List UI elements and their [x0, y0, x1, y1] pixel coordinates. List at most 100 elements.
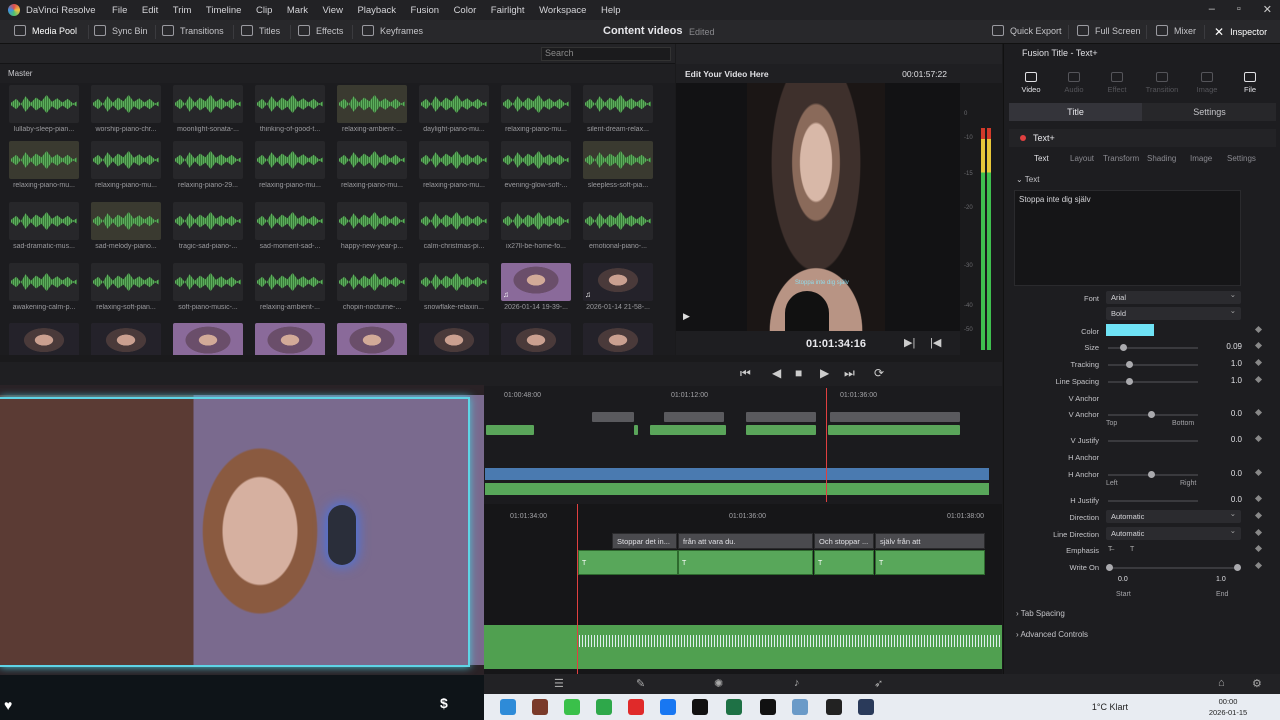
- text-plus-clip[interactable]: [578, 550, 678, 575]
- media-clip[interactable]: silent-dream-relax...: [583, 85, 653, 133]
- playhead[interactable]: [826, 388, 827, 502]
- write-on-start-value[interactable]: 0.0: [1118, 576, 1128, 583]
- text-tab-shading[interactable]: Shading: [1147, 154, 1176, 163]
- text-tab-text[interactable]: Text: [1034, 154, 1049, 163]
- mini-title-clip[interactable]: [664, 412, 724, 422]
- text-plus-clip[interactable]: [678, 550, 813, 575]
- home-icon[interactable]: ⌂: [1218, 677, 1225, 689]
- menu-playback[interactable]: Playback: [357, 5, 396, 16]
- mini-title-clip[interactable]: [830, 412, 960, 422]
- video-clip[interactable]: [337, 323, 407, 355]
- subtab-settings[interactable]: Settings: [1143, 107, 1276, 117]
- clock-date[interactable]: 2026-01-15: [1206, 708, 1250, 717]
- direction-select[interactable]: Automatic: [1106, 509, 1241, 523]
- mini-audio-green[interactable]: [485, 483, 989, 495]
- media-clip[interactable]: relaxing-piano-mu...: [91, 141, 161, 189]
- loop-icon[interactable]: ⟳: [874, 366, 884, 380]
- menu-file[interactable]: File: [112, 5, 127, 16]
- video-clip[interactable]: [255, 323, 325, 355]
- advanced-controls-section[interactable]: › Advanced Controls: [1016, 630, 1088, 639]
- keyframe-icon[interactable]: [1254, 544, 1263, 553]
- menu-color[interactable]: Color: [454, 5, 477, 16]
- title-clip[interactable]: själv från att: [875, 533, 985, 549]
- node-enable-icon[interactable]: [1020, 135, 1026, 141]
- fusion-page-icon[interactable]: ✎: [636, 677, 645, 690]
- edge-icon[interactable]: [500, 699, 516, 715]
- tab-spacing-section[interactable]: › Tab Spacing: [1016, 609, 1065, 618]
- play-icon[interactable]: ▶: [683, 311, 690, 322]
- line-spacing-slider[interactable]: [1108, 381, 1198, 383]
- tracking-value[interactable]: 1.0: [1212, 359, 1242, 368]
- size-knob[interactable]: [1120, 344, 1127, 351]
- settings-gear-icon[interactable]: ⚙: [1252, 677, 1262, 690]
- keyframe-icon[interactable]: [1254, 358, 1263, 367]
- title-clip[interactable]: Stoppar det in...: [612, 533, 677, 549]
- video-clip[interactable]: ♫ 2026-01-14 21-58-...: [583, 263, 653, 311]
- keyframe-icon[interactable]: [1254, 325, 1263, 334]
- maximize-icon[interactable]: ▫: [1237, 3, 1241, 16]
- edit-page-icon[interactable]: ☰: [554, 677, 564, 690]
- video-clip[interactable]: [173, 323, 243, 355]
- mini-title-clip[interactable]: [592, 412, 634, 422]
- line-direction-select[interactable]: Automatic: [1106, 526, 1241, 540]
- mini-video-clip[interactable]: [486, 425, 534, 435]
- sync-bin-button[interactable]: Sync Bin: [94, 25, 148, 36]
- text-section-header[interactable]: ⌄ Text: [1016, 175, 1039, 184]
- keyframe-icon[interactable]: [1254, 434, 1263, 443]
- menu-mark[interactable]: Mark: [287, 5, 308, 16]
- media-clip[interactable]: relaxing-ambient-...: [255, 263, 325, 311]
- youtube-icon[interactable]: [628, 699, 644, 715]
- facebook-icon[interactable]: [660, 699, 676, 715]
- write-on-end-knob[interactable]: [1234, 564, 1241, 571]
- quick-export-button[interactable]: Quick Export: [992, 25, 1062, 36]
- media-clip[interactable]: daylight-piano-mu...: [419, 85, 489, 133]
- media-clip[interactable]: sleepless-soft-pia...: [583, 141, 653, 189]
- app-icon[interactable]: [564, 699, 580, 715]
- main-timeline[interactable]: 01:01:34:00 01:01:36:00 01:01:38:00 Stop…: [484, 504, 1002, 674]
- h-justify-value[interactable]: 0.0: [1212, 495, 1242, 504]
- tab-image[interactable]: Image: [1185, 72, 1229, 94]
- video-clip[interactable]: [9, 323, 79, 355]
- timeline-name[interactable]: Edit Your Video Here: [685, 69, 769, 79]
- obs-icon[interactable]: [826, 699, 842, 715]
- media-clip[interactable]: calm-christmas-pi...: [419, 202, 489, 250]
- tracking-knob[interactable]: [1126, 361, 1133, 368]
- deliver-page-icon[interactable]: ➶: [874, 677, 883, 690]
- v-justify-value[interactable]: 0.0: [1212, 435, 1242, 444]
- viewer-canvas[interactable]: Stoppa inte dig själv ▶: [676, 83, 960, 331]
- keyframe-icon[interactable]: [1254, 528, 1263, 537]
- menu-help[interactable]: Help: [601, 5, 621, 16]
- reverse-icon[interactable]: ◀: [772, 366, 781, 380]
- menu-edit[interactable]: Edit: [142, 5, 158, 16]
- media-clip[interactable]: relaxing-piano-29...: [173, 141, 243, 189]
- x-icon[interactable]: [760, 699, 776, 715]
- menu-timeline[interactable]: Timeline: [206, 5, 242, 16]
- upper-timeline[interactable]: 01:00:48:00 01:01:12:00 01:01:36:00: [484, 386, 1002, 504]
- menu-fusion[interactable]: Fusion: [411, 5, 440, 16]
- mini-video-clip[interactable]: [828, 425, 960, 435]
- effects-button[interactable]: Effects: [298, 25, 343, 36]
- next-frame-icon[interactable]: ▶|: [904, 336, 915, 349]
- bin-name[interactable]: Master: [8, 69, 32, 78]
- menu-fairlight[interactable]: Fairlight: [491, 5, 525, 16]
- menu-workspace[interactable]: Workspace: [539, 5, 586, 16]
- text-tab-image[interactable]: Image: [1190, 154, 1212, 163]
- text-tab-settings[interactable]: Settings: [1227, 154, 1256, 163]
- write-on-slider[interactable]: [1108, 567, 1238, 569]
- close-icon[interactable]: ✕: [1263, 3, 1272, 16]
- line-spacing-value[interactable]: 1.0: [1212, 376, 1242, 385]
- media-clip[interactable]: awakening-calm-p...: [9, 263, 79, 311]
- video-clip[interactable]: ♫ 2026-01-14 19-39-...: [501, 263, 571, 311]
- keyframe-icon[interactable]: [1254, 494, 1263, 503]
- font-select[interactable]: Arial: [1106, 290, 1241, 304]
- write-on-end-value[interactable]: 1.0: [1216, 576, 1226, 583]
- keyframe-icon[interactable]: [1254, 561, 1263, 570]
- title-clip[interactable]: Och stoppar ...: [814, 533, 874, 549]
- text-plus-clip[interactable]: [875, 550, 985, 575]
- color-page-icon[interactable]: ✺: [714, 677, 723, 690]
- tab-video[interactable]: Video: [1009, 72, 1053, 94]
- underline-icon[interactable]: T: [1130, 546, 1134, 553]
- titles-button[interactable]: Titles: [241, 25, 280, 36]
- prev-clip-icon[interactable]: |◀: [930, 336, 941, 349]
- media-clip[interactable]: snowflake-relaxin...: [419, 263, 489, 311]
